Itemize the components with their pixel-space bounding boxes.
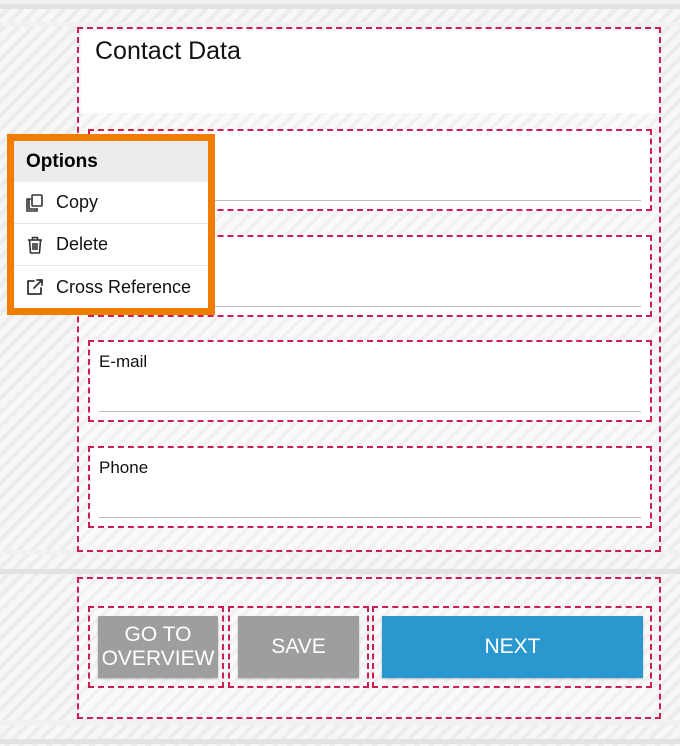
divider-bottom-1 [0,720,680,725]
email-label: E-mail [99,352,148,371]
save-button-slot: SAVE [228,606,369,688]
phone-input[interactable] [99,487,641,518]
button-bar: GO TO OVERVIEW SAVE NEXT [77,577,661,719]
go-to-overview-button[interactable]: GO TO OVERVIEW [98,616,218,678]
next-button[interactable]: NEXT [382,616,643,678]
options-popup-title: Options [14,141,208,182]
menu-item-cross-reference[interactable]: Cross Reference [14,266,208,308]
divider-top-2 [0,4,680,9]
email-field[interactable]: E-mail [88,340,652,422]
phone-label: Phone [99,458,149,477]
trash-icon [24,234,46,256]
page-title: Contact Data [95,37,241,65]
menu-item-delete-label: Delete [56,234,109,254]
next-button-slot: NEXT [372,606,652,688]
divider-mid-2 [0,569,680,574]
menu-item-cross-reference-label: Cross Reference [56,276,192,297]
options-popup: Options Copy Delete Cross Reference [7,134,215,315]
menu-item-copy-label: Copy [56,192,99,212]
menu-item-copy[interactable]: Copy [14,182,208,224]
divider-bottom-2 [0,739,680,744]
menu-item-delete[interactable]: Delete [14,224,208,266]
phone-field[interactable]: Phone [88,446,652,528]
copy-icon [24,192,46,214]
save-button[interactable]: SAVE [238,616,359,678]
card-header: Contact Data [81,31,657,113]
email-input[interactable] [99,381,641,412]
external-link-icon [24,276,46,298]
overview-button-slot: GO TO OVERVIEW [88,606,224,688]
